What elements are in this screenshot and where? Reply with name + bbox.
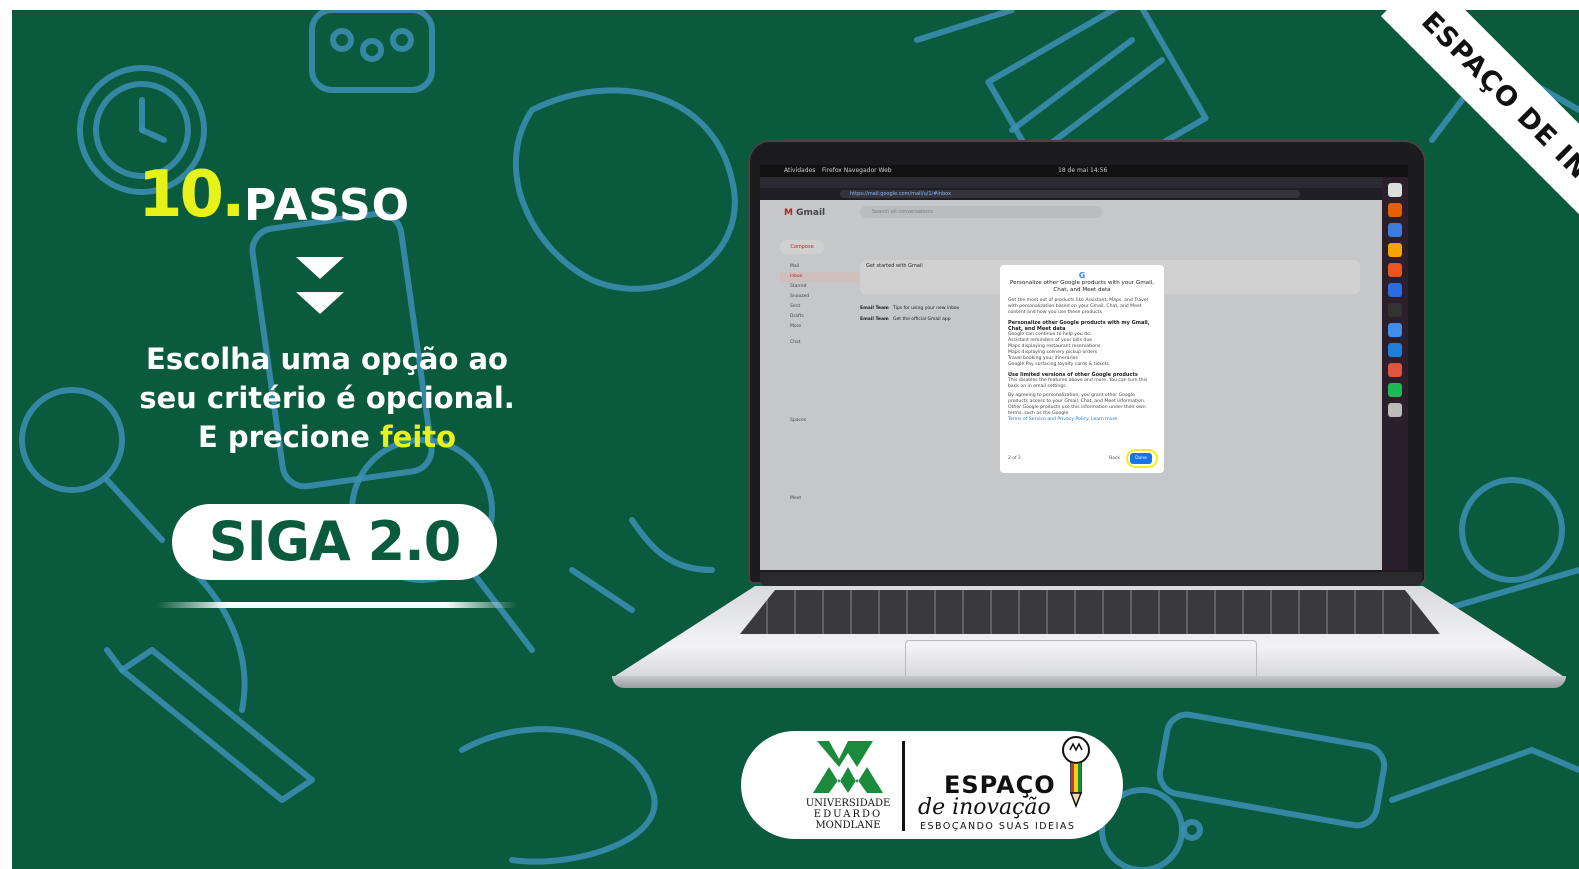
instruction-text: Escolha uma opção ao seu critério é opci… <box>107 340 547 457</box>
university-name: UNIVERSIDADE EDUARDO MONDLANE <box>803 798 893 831</box>
instruction-line-3: E precione feito <box>107 418 547 457</box>
university-line: UNIVERSIDADE <box>805 798 891 809</box>
laptop-hinge <box>760 572 1422 586</box>
arrow-down-icon <box>296 292 344 314</box>
url-field: https://mail.google.com/mail/u/1/#inbox <box>840 190 1300 198</box>
google-logo: G <box>1078 271 1086 280</box>
highlight-ring <box>1126 449 1158 468</box>
spotify-icon <box>1388 383 1402 397</box>
browser-tabbar <box>760 177 1382 188</box>
university-line: EDUARDO <box>813 809 883 820</box>
vscode-icon <box>1388 343 1402 357</box>
thunderbird-icon <box>1388 223 1402 237</box>
app-label: Firefox Navegador Web <box>822 167 892 174</box>
help-icon <box>1388 283 1402 297</box>
instruction-line-1: Escolha uma opção ao <box>146 342 508 376</box>
laptop-screen: Atividades Firefox Navegador Web 18 de m… <box>760 165 1408 570</box>
step-number: 10. <box>138 158 245 232</box>
logo-divider <box>902 741 905 831</box>
espaco-script: de inovação <box>918 795 1051 820</box>
dialog-title: Personalize other Google products with y… <box>1010 280 1154 293</box>
bullet: Google Pay surfacing loyalty cards & tic… <box>1008 362 1109 367</box>
rhythmbox-icon <box>1388 243 1402 257</box>
option-personalize: Personalize other Google products with m… <box>1008 320 1150 332</box>
dialog-footer: 2 of 2 Back Done <box>1008 449 1158 468</box>
lightbulb-pencil-icon <box>1062 736 1090 809</box>
dialog-intro: Get the most out of products like Assist… <box>1008 298 1148 315</box>
espaco-tagline: ESBOÇANDO SUAS IDEIAS <box>920 821 1076 832</box>
legal-text: By agreeing to personalization, you gran… <box>1008 393 1146 416</box>
back-button: Back <box>1109 456 1120 461</box>
personalize-dialog: G Personalize other Google products with… <box>1000 265 1164 473</box>
instruction-highlight: feito <box>380 420 457 454</box>
activities-label: Atividades <box>784 167 816 174</box>
option-note: This disables the features above and mor… <box>1008 378 1148 389</box>
document-icon <box>1388 323 1402 337</box>
clock-label: 18 de mai 14:56 <box>1058 167 1108 174</box>
laptop-base-edge <box>612 676 1566 688</box>
university-line: MONDLANE <box>815 820 881 831</box>
page-indicator: 2 of 2 <box>1008 456 1021 461</box>
step-word: PASSO <box>244 180 411 231</box>
files-icon <box>1388 183 1402 197</box>
firefox-icon <box>1388 203 1402 217</box>
app-icon <box>1388 363 1402 377</box>
university-logo-mark <box>813 741 883 793</box>
laptop-keyboard <box>740 590 1440 634</box>
divider-line <box>157 602 517 608</box>
instruction-prefix: E precione <box>197 420 381 454</box>
step-heading: 10. PASSO <box>134 158 554 238</box>
terminal-icon <box>1388 303 1402 317</box>
instruction-line-2: seu critério é opcional. <box>139 381 515 415</box>
os-dock <box>1382 177 1408 570</box>
legal-links: Terms of Service and Privacy Policy. Lea… <box>1008 417 1118 422</box>
arrow-down-icon <box>296 257 344 279</box>
software-icon <box>1388 263 1402 277</box>
os-topbar: Atividades Firefox Navegador Web 18 de m… <box>760 165 1408 177</box>
browser-urlbar: https://mail.google.com/mail/u/1/#inbox <box>760 188 1382 200</box>
siga-badge: SIGA 2.0 <box>172 504 497 580</box>
trash-icon <box>1388 403 1402 417</box>
